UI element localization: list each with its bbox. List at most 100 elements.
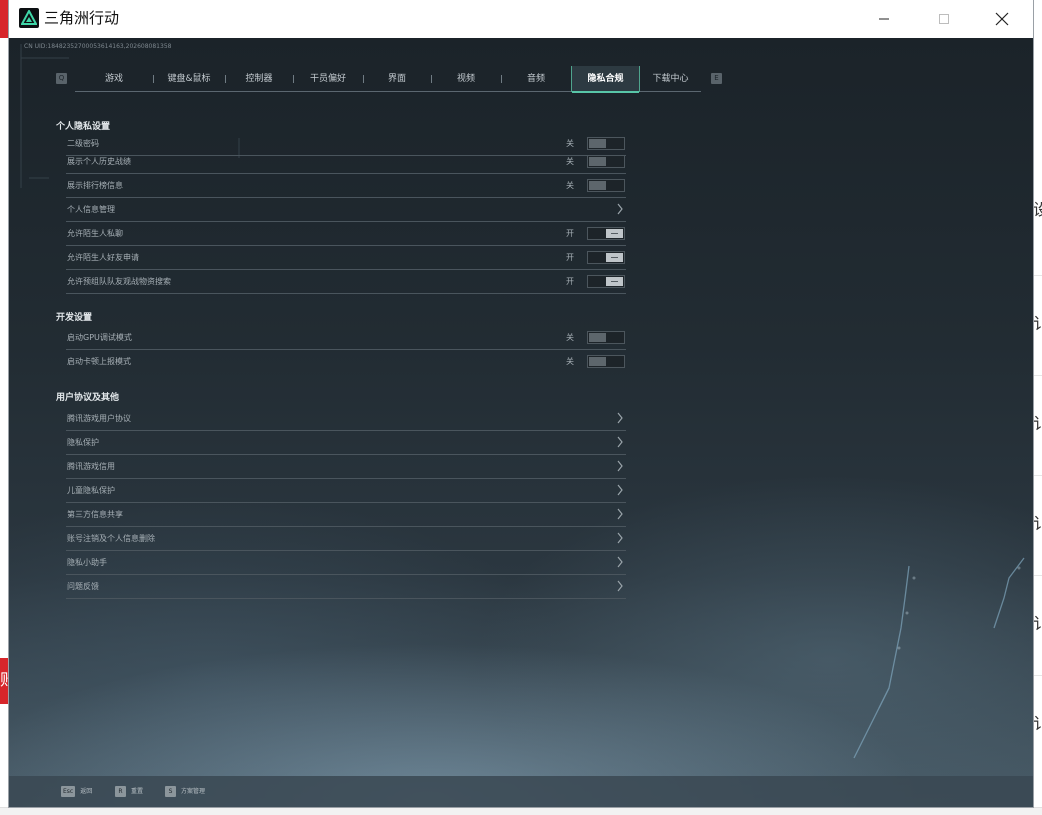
- toggle-state-text: 关: [566, 181, 574, 190]
- setting-label: 腾讯游戏用户协议: [67, 414, 131, 423]
- toggle-knob: [606, 253, 623, 262]
- toggle-state-text: 开: [566, 229, 574, 238]
- setting-label: 允许陌生人私聊: [67, 229, 123, 238]
- player-uid: CN UID:18482352700053614163,202608081358: [24, 43, 172, 50]
- close-icon: [995, 12, 1009, 26]
- triangle-logo-icon: [19, 8, 39, 28]
- show-leaderboard-toggle[interactable]: [587, 179, 625, 192]
- tab-game[interactable]: 游戏: [75, 66, 153, 92]
- setting-row-show-match-history[interactable]: 展示个人历史战绩 关: [66, 150, 626, 174]
- close-button[interactable]: [979, 0, 1025, 38]
- background-glyph: 讠: [1033, 414, 1042, 433]
- setting-row-privacy-assistant[interactable]: 隐私小助手: [66, 551, 626, 575]
- toggle-state-text: 开: [566, 277, 574, 286]
- setting-row-account-deletion[interactable]: 账号注销及个人信息删除: [66, 527, 626, 551]
- chevron-right-icon: [617, 484, 623, 496]
- show-match-history-toggle[interactable]: [587, 155, 625, 168]
- background-divider: [1033, 375, 1042, 376]
- key-hint-label: 重置: [131, 788, 144, 795]
- key-cap: R: [115, 786, 126, 797]
- setting-row-allow-teammate-spectate[interactable]: 允许预组队队友观战物资搜索 开: [66, 270, 626, 294]
- background-divider: [1033, 275, 1042, 276]
- toggle-knob: [606, 229, 623, 238]
- chevron-right-icon: [617, 580, 623, 592]
- setting-row-allow-stranger-friend-request[interactable]: 允许陌生人好友申请 开: [66, 246, 626, 270]
- chevron-right-icon: [617, 203, 623, 215]
- key-hint-bar: Esc 返回 R 重置 S 方案管理: [9, 776, 1033, 807]
- background-divider: [1033, 675, 1042, 676]
- tab-download-center[interactable]: 下载中心: [640, 66, 701, 92]
- setting-row-gpu-debug-mode[interactable]: 启动GPU调试模式 关: [66, 326, 626, 350]
- toggle-knob: [606, 277, 623, 286]
- setting-label: 第三方信息共享: [67, 510, 123, 519]
- setting-label: 启动卡顿上报模式: [67, 357, 131, 366]
- tab-video[interactable]: 视频: [431, 66, 501, 92]
- gpu-debug-mode-toggle[interactable]: [587, 331, 625, 344]
- next-tab-key[interactable]: E: [711, 73, 722, 84]
- allow-stranger-friend-request-toggle[interactable]: [587, 251, 625, 264]
- reset-hint[interactable]: R 重置: [115, 785, 143, 798]
- toggle-knob: [589, 157, 606, 166]
- background-glyph: 讠: [1033, 314, 1042, 333]
- prev-tab-key[interactable]: Q: [56, 73, 67, 84]
- toggle-state-text: 开: [566, 253, 574, 262]
- setting-label: 隐私保护: [67, 438, 99, 447]
- tab-operator-preferences[interactable]: 干员偏好: [293, 66, 363, 92]
- scheme-management-hint[interactable]: S 方案管理: [165, 785, 205, 798]
- background-glyph: 讠: [1033, 614, 1042, 633]
- secondary-password-toggle[interactable]: [587, 137, 625, 150]
- setting-row-privacy-protection[interactable]: 隐私保护: [66, 431, 626, 455]
- setting-label: 展示排行榜信息: [67, 181, 123, 190]
- section-title-agreements: 用户协议及其他: [56, 393, 120, 403]
- key-hint-label: 方案管理: [181, 788, 206, 795]
- setting-row-child-privacy[interactable]: 儿童隐私保护: [66, 479, 626, 503]
- tab-privacy-compliance[interactable]: 隐私合规: [571, 66, 640, 93]
- toggle-state-text: 关: [566, 333, 574, 342]
- allow-teammate-spectate-toggle[interactable]: [587, 275, 625, 288]
- setting-label: 隐私小助手: [67, 558, 107, 567]
- setting-label: 允许预组队队友观战物资搜索: [67, 277, 171, 286]
- setting-label: 腾讯游戏信用: [67, 462, 115, 471]
- setting-label: 二级密码: [67, 139, 99, 148]
- title-bar[interactable]: 三角洲行动: [9, 0, 1033, 38]
- tab-interface[interactable]: 界面: [363, 66, 431, 92]
- setting-row-third-party-sharing[interactable]: 第三方信息共享: [66, 503, 626, 527]
- tab-controller[interactable]: 控制器: [225, 66, 293, 92]
- setting-label: 账号注销及个人信息删除: [67, 534, 155, 543]
- tab-audio[interactable]: 音频: [501, 66, 571, 92]
- tab-keyboard-mouse[interactable]: 键盘&鼠标: [153, 66, 225, 92]
- stutter-report-mode-toggle[interactable]: [587, 355, 625, 368]
- setting-row-stutter-report-mode[interactable]: 启动卡顿上报模式 关: [66, 350, 626, 374]
- desktop: 败 设 讠 讠 讠 讠 讠 三角洲行动 CN UID:1848235270005…: [0, 0, 1042, 815]
- setting-row-allow-stranger-chat[interactable]: 允许陌生人私聊 开: [66, 222, 626, 246]
- toggle-knob: [589, 181, 606, 190]
- setting-label: 儿童隐私保护: [67, 486, 115, 495]
- setting-label: 允许陌生人好友申请: [67, 253, 139, 262]
- maximize-icon: [939, 14, 949, 24]
- chevron-right-icon: [617, 508, 623, 520]
- chevron-right-icon: [617, 532, 623, 544]
- minimize-button[interactable]: [861, 0, 907, 38]
- game-window: 三角洲行动 CN UID:18482352700053614163,202608…: [9, 0, 1033, 807]
- setting-row-show-leaderboard[interactable]: 展示排行榜信息 关: [66, 174, 626, 198]
- toggle-knob: [589, 333, 606, 342]
- window-title: 三角洲行动: [44, 9, 120, 27]
- allow-stranger-chat-toggle[interactable]: [587, 227, 625, 240]
- background-glyph: 讠: [1033, 514, 1042, 533]
- key-hint-label: 返回: [80, 788, 93, 795]
- setting-label: 启动GPU调试模式: [67, 333, 132, 342]
- chevron-right-icon: [617, 556, 623, 568]
- background-divider: [1033, 475, 1042, 476]
- setting-row-feedback[interactable]: 问题反馈: [66, 575, 626, 599]
- setting-row-user-agreement[interactable]: 腾讯游戏用户协议: [66, 407, 626, 431]
- background-glyph: 讠: [1033, 714, 1042, 733]
- back-hint[interactable]: Esc 返回: [61, 785, 92, 798]
- setting-label: 问题反馈: [67, 582, 99, 591]
- chevron-right-icon: [617, 436, 623, 448]
- setting-row-game-credit[interactable]: 腾讯游戏信用: [66, 455, 626, 479]
- settings-tab-bar: 游戏 键盘&鼠标 控制器 干员偏好 界面 视频 音频 隐私合规 下载中心: [75, 66, 701, 93]
- maximize-button[interactable]: [921, 0, 967, 38]
- toggle-knob: [589, 357, 606, 366]
- key-cap: Esc: [61, 786, 76, 797]
- setting-row-personal-info-management[interactable]: 个人信息管理: [66, 198, 626, 222]
